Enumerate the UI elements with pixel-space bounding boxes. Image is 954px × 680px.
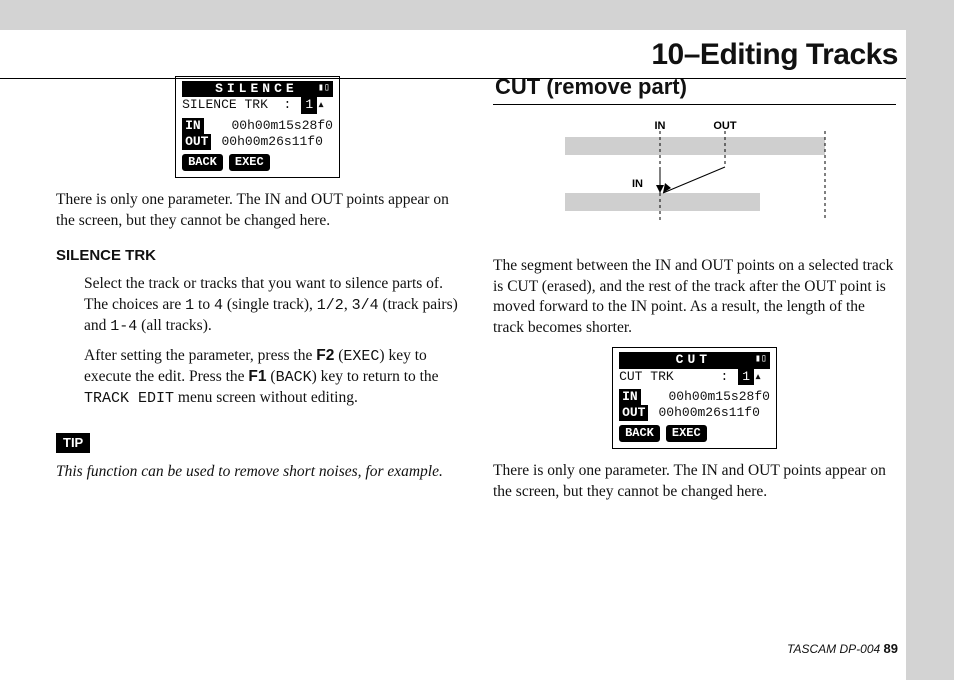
section-heading: CUT (remove part) (493, 72, 896, 105)
lcd-row-label: SILENCE TRK (182, 97, 268, 112)
battery-icon: ▮▯ (755, 354, 767, 367)
lcd-title: SILENCE (195, 81, 318, 97)
lcd-row-label: CUT TRK (619, 369, 674, 384)
cut-diagram: IN OUT IN (493, 115, 896, 242)
tip-badge: TIP (56, 433, 90, 453)
title-rule (0, 78, 906, 79)
chapter-title: 10–Editing Tracks (0, 38, 906, 72)
lcd-in-value: 00h00m15s28f0 (669, 389, 770, 405)
lcd-out-value: 00h00m26s11f0 (221, 134, 322, 150)
page-footer: TASCAM DP-004 89 (787, 641, 898, 656)
definition-heading: SILENCE TRK (56, 246, 459, 266)
lcd-exec-button: EXEC (229, 154, 270, 171)
diagram-in2-label: IN (632, 178, 643, 190)
lcd-out-label: OUT (619, 405, 648, 421)
lcd-row-value: 1 (301, 97, 317, 113)
footer-product: TASCAM DP-004 (787, 642, 880, 656)
paragraph: There is only one parameter. The IN and … (493, 461, 896, 503)
paragraph: There is only one parameter. The IN and … (56, 190, 459, 232)
definition-body: Select the track or tracks that you want… (56, 274, 459, 409)
diagram-out-label: OUT (713, 120, 737, 132)
lcd-row-value: 1 (738, 369, 754, 385)
lcd-cut: CUT▮▯ CUT TRK :1▴ IN 00h00m15s28f0 OUT00… (612, 347, 777, 449)
tip-text: This function can be used to remove shor… (56, 462, 459, 483)
footer-page-number: 89 (884, 641, 898, 656)
page-content: 10–Editing Tracks SILENCE▮▯ SILENCE TRK … (0, 0, 906, 680)
lcd-in-label: IN (619, 389, 641, 405)
diagram-in-label: IN (654, 120, 665, 132)
paragraph: After setting the parameter, press the F… (84, 346, 459, 410)
lcd-silence: SILENCE▮▯ SILENCE TRK :1▴ IN 00h00m15s28… (175, 76, 340, 178)
right-column: CUT (remove part) IN OUT IN (493, 72, 896, 511)
lcd-in-value: 00h00m15s28f0 (232, 118, 333, 134)
left-column: SILENCE▮▯ SILENCE TRK :1▴ IN 00h00m15s28… (56, 72, 459, 511)
battery-icon: ▮▯ (318, 83, 330, 96)
lcd-back-button: BACK (182, 154, 223, 171)
lcd-in-label: IN (182, 118, 204, 134)
lcd-out-value: 00h00m26s11f0 (658, 405, 759, 421)
lcd-out-label: OUT (182, 134, 211, 150)
paragraph: The segment between the IN and OUT point… (493, 256, 896, 340)
lcd-title: CUT (632, 352, 755, 368)
paragraph: Select the track or tracks that you want… (84, 274, 459, 337)
right-gray-margin (906, 0, 954, 680)
lcd-back-button: BACK (619, 425, 660, 442)
lcd-exec-button: EXEC (666, 425, 707, 442)
